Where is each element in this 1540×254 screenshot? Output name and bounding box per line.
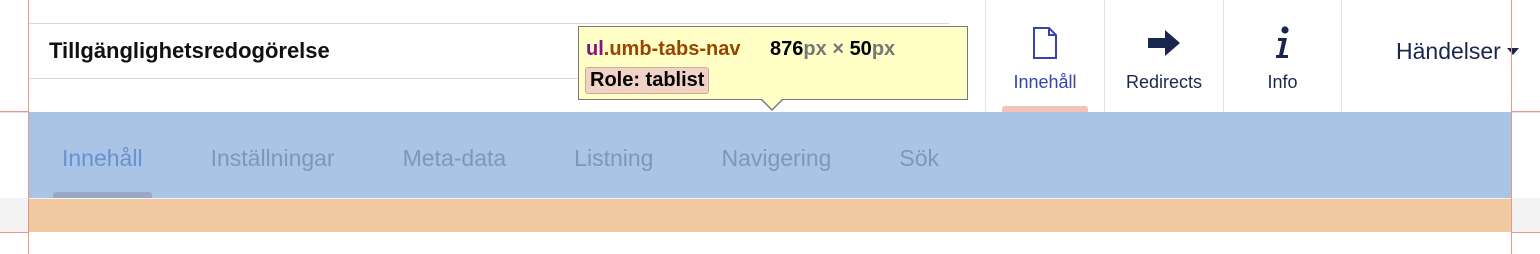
tooltip-width-unit: px [803, 38, 827, 60]
app-tab-info[interactable]: Info [1223, 0, 1342, 112]
tab-navigation[interactable]: Navigering [721, 145, 831, 198]
tab-listing[interactable]: Listning [574, 145, 653, 198]
tab-meta-data[interactable]: Meta-data [403, 145, 507, 198]
info-icon [1266, 26, 1300, 60]
actions-label: Händelser [1396, 38, 1501, 64]
app-tab-content-label: Innehåll [1013, 72, 1077, 92]
tab-content[interactable]: Innehåll [53, 145, 152, 198]
tooltip-height-unit: px [871, 38, 896, 60]
tooltip-arrow-fill [761, 98, 783, 109]
caret-down-icon [1506, 48, 1519, 55]
app-tab-redirects-label: Redirects [1125, 72, 1203, 92]
tooltip-dimensions: 876px × 50px [770, 38, 895, 60]
tooltip-tag: ul [586, 38, 604, 60]
guide-line-top [0, 111, 28, 112]
guide-line-bottom-right [1512, 232, 1540, 233]
guide-line-top-right [1512, 111, 1540, 112]
guide-line-right [1511, 0, 1512, 254]
app-tabs: Innehåll Redirects Info [985, 0, 1342, 112]
document-icon [1028, 26, 1062, 60]
tooltip-selector: ul.umb-tabs-nav 876px × 50px [586, 38, 895, 61]
arrow-right-icon [1147, 26, 1181, 60]
app-tab-redirects[interactable]: Redirects [1104, 0, 1223, 112]
app-tab-content[interactable]: Innehåll [985, 0, 1104, 112]
tab-search[interactable]: Sök [899, 145, 939, 198]
tooltip-times: × [832, 38, 844, 60]
margin-highlight [29, 199, 1511, 232]
tab-settings[interactable]: Inställningar [211, 145, 335, 198]
inspector-tooltip: ul.umb-tabs-nav 876px × 50px Role: tabli… [578, 26, 968, 100]
app-tab-info-label: Info [1267, 72, 1298, 92]
guide-line-left [28, 0, 29, 254]
tooltip-class: .umb-tabs-nav [603, 38, 741, 60]
tooltip-role: Role: tablist [585, 67, 710, 94]
actions-dropdown[interactable]: Händelser [1396, 38, 1519, 65]
tooltip-width: 876 [770, 38, 804, 60]
guide-line-bottom [0, 232, 28, 233]
tooltip-height: 50 [849, 38, 872, 60]
content-tabs-nav: Innehåll Inställningar Meta-data Listnin… [29, 112, 1511, 198]
